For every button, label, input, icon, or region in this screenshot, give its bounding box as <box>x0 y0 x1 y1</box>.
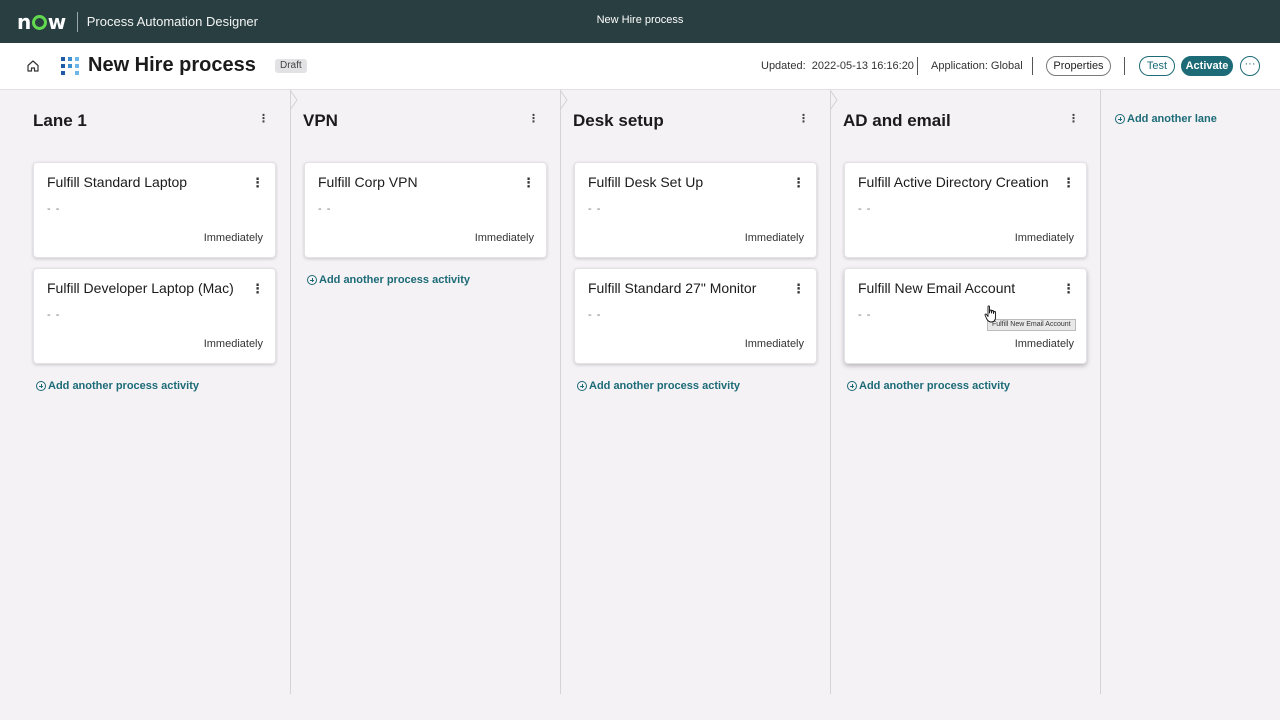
hand-cursor-icon <box>984 305 996 323</box>
card-menu-icon[interactable]: ⋮ <box>792 281 805 297</box>
header-divider <box>917 57 918 75</box>
page-title: New Hire process <box>88 54 256 76</box>
card-timing: Immediately <box>474 232 534 244</box>
process-header: New Hire process Draft Updated: 2022-05-… <box>0 43 1280 90</box>
card-timing: Immediately <box>1014 338 1074 350</box>
card-timing: Immediately <box>203 338 263 350</box>
card-condition: - - <box>588 309 602 321</box>
properties-button[interactable]: Properties <box>1046 56 1111 76</box>
card-menu-icon[interactable]: ⋮ <box>1062 281 1075 297</box>
add-circle-icon <box>307 275 317 285</box>
application-scope: Application: Global <box>931 60 1023 72</box>
card-condition: - - <box>588 203 602 215</box>
card-timing: Immediately <box>744 338 804 350</box>
lane-title: Lane 1 <box>33 111 87 130</box>
activity-card[interactable]: Fulfill Active Directory Creation ⋮ - - … <box>844 162 1087 258</box>
card-menu-icon[interactable]: ⋮ <box>251 175 264 191</box>
card-condition: - - <box>47 203 61 215</box>
add-circle-icon <box>36 381 46 391</box>
lane-title: VPN <box>303 111 338 130</box>
activity-card[interactable]: Fulfill Developer Laptop (Mac) ⋮ - - Imm… <box>33 268 276 364</box>
add-process-activity-link[interactable]: Add another process activity <box>577 380 740 392</box>
card-menu-icon[interactable]: ⋮ <box>792 175 805 191</box>
add-process-activity-link[interactable]: Add another process activity <box>847 380 1010 392</box>
logo-divider <box>76 11 78 32</box>
updated-label: Updated: <box>761 60 806 72</box>
lane-title: AD and email <box>843 111 951 130</box>
more-options-button[interactable]: ··· <box>1240 56 1260 76</box>
add-process-activity-link[interactable]: Add another process activity <box>36 380 199 392</box>
card-title: Fulfill Standard Laptop <box>47 174 188 190</box>
lane-menu-icon[interactable]: ⋮ <box>798 112 809 125</box>
activity-card[interactable]: Fulfill Standard 27" Monitor ⋮ - - Immed… <box>574 268 817 364</box>
activity-card[interactable]: Fulfill Standard Laptop ⋮ - - Immediatel… <box>33 162 276 258</box>
card-title: Fulfill Active Directory Creation <box>858 174 1049 190</box>
app-name: Process Automation Designer <box>86 14 258 29</box>
card-condition: - - <box>858 309 872 321</box>
card-title: Fulfill Desk Set Up <box>588 174 704 190</box>
servicenow-logo[interactable]: nw <box>17 10 66 34</box>
add-process-activity-link[interactable]: Add another process activity <box>307 274 470 286</box>
activity-card[interactable]: Fulfill New Email Account ⋮ - - Immediat… <box>844 268 1087 364</box>
center-title: New Hire process <box>596 14 684 26</box>
card-timing: Immediately <box>203 232 263 244</box>
card-condition: - - <box>318 203 332 215</box>
card-title: Fulfill Standard 27" Monitor <box>588 280 757 296</box>
card-menu-icon[interactable]: ⋮ <box>1062 175 1075 191</box>
card-condition: - - <box>47 309 61 321</box>
card-title-tooltip: Fulfill New Email Account <box>987 319 1076 331</box>
card-title: Fulfill Corp VPN <box>318 174 418 190</box>
activate-button[interactable]: Activate <box>1181 56 1233 76</box>
activity-card[interactable]: Fulfill Desk Set Up ⋮ - - Immediately <box>574 162 817 258</box>
lane-menu-icon[interactable]: ⋮ <box>528 112 539 125</box>
lane-divider <box>1100 90 1101 694</box>
top-bar: nw Process Automation Designer New Hire … <box>0 0 1280 43</box>
card-condition: - - <box>858 203 872 215</box>
add-circle-icon <box>847 381 857 391</box>
lane-menu-icon[interactable]: ⋮ <box>1068 112 1079 125</box>
logo-o-ring <box>31 15 47 30</box>
card-timing: Immediately <box>1014 232 1074 244</box>
updated-value: 2022-05-13 16:16:20 <box>811 60 914 72</box>
card-title: Fulfill New Email Account <box>858 280 1016 296</box>
activity-card[interactable]: Fulfill Corp VPN ⋮ - - Immediately <box>304 162 547 258</box>
card-title: Fulfill Developer Laptop (Mac) <box>47 280 234 296</box>
updated-timestamp: Updated: 2022-05-13 16:16:20 <box>761 60 914 72</box>
card-menu-icon[interactable]: ⋮ <box>522 175 535 191</box>
add-circle-icon <box>577 381 587 391</box>
test-button[interactable]: Test <box>1139 56 1175 76</box>
lane-menu-icon[interactable]: ⋮ <box>258 112 269 125</box>
header-divider <box>1032 57 1033 75</box>
home-icon[interactable] <box>26 59 40 73</box>
process-icon <box>61 57 79 75</box>
header-divider <box>1124 57 1125 75</box>
lane-title: Desk setup <box>573 111 664 130</box>
card-timing: Immediately <box>744 232 804 244</box>
add-lane-link[interactable]: Add another lane <box>1115 113 1217 125</box>
status-badge: Draft <box>275 59 307 73</box>
add-circle-icon <box>1115 114 1125 124</box>
card-menu-icon[interactable]: ⋮ <box>251 281 264 297</box>
